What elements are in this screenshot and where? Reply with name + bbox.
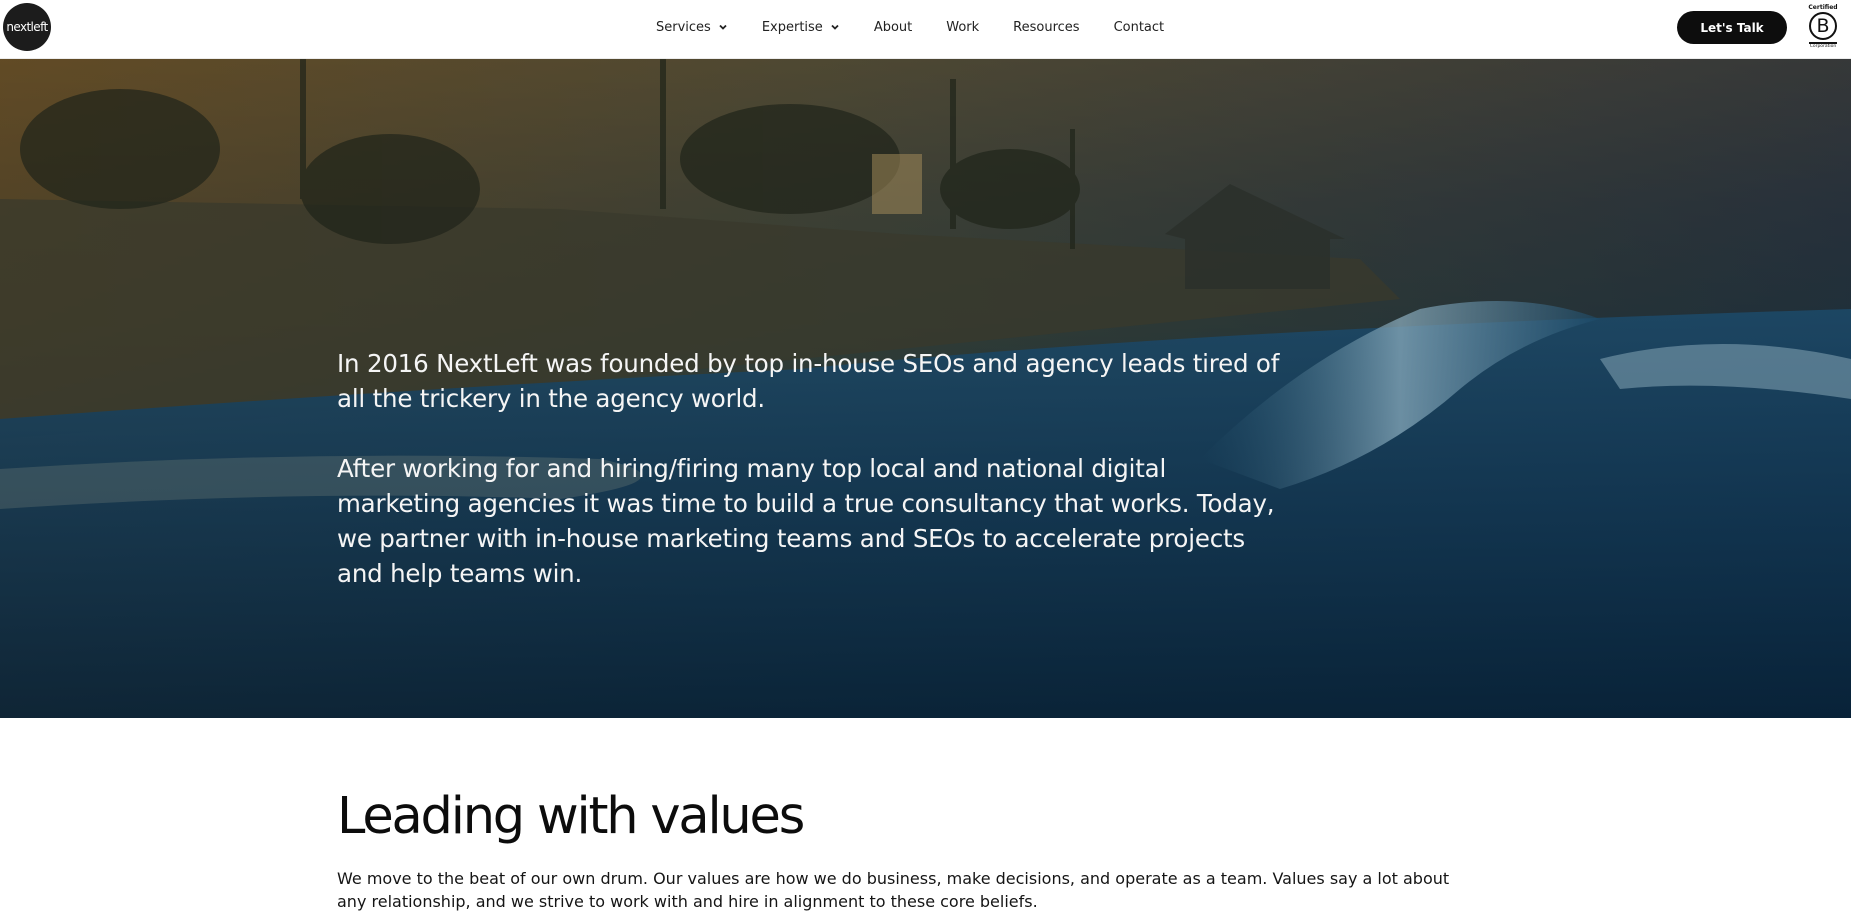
nav-item-resources[interactable]: Resources	[1013, 20, 1079, 35]
cta-label: Let's Talk	[1700, 20, 1764, 35]
nav-label-about: About	[873, 19, 913, 35]
logo-text: nextleft	[6, 20, 48, 34]
nav-label-contact: Contact	[1113, 19, 1165, 35]
nav-label-resources: Resources	[1013, 19, 1080, 35]
site-header: nextleft Services Expertise About Work R…	[0, 0, 1851, 59]
nextleft-logo[interactable]: nextleft	[3, 3, 51, 51]
values-description: We move to the beat of our own drum. Our…	[337, 869, 1450, 911]
nav-label-work: Work	[946, 19, 980, 35]
nav-item-expertise[interactable]: Expertise	[762, 20, 840, 35]
badge-bottom-text: Corporation	[1809, 44, 1837, 49]
main-nav: Services Expertise About Work Resources …	[656, 0, 1198, 54]
b-corp-badge[interactable]: Certified B Corporation	[1805, 4, 1841, 52]
hero-section: In 2016 NextLeft was founded by top in-h…	[0, 59, 1851, 718]
nav-item-services[interactable]: Services	[656, 20, 728, 35]
lets-talk-button[interactable]: Let's Talk	[1677, 11, 1787, 44]
hero-paragraph-founding: In 2016 NextLeft was founded by top in-h…	[337, 349, 1280, 413]
chevron-down-icon	[830, 22, 840, 32]
values-heading: Leading with values	[337, 787, 805, 846]
badge-top-text: Certified	[1808, 4, 1838, 11]
nav-item-about[interactable]: About	[874, 20, 912, 35]
nav-label-services: Services	[656, 19, 711, 35]
nav-item-work[interactable]: Work	[946, 20, 979, 35]
hero-paragraph-mission: After working for and hiring/firing many…	[337, 454, 1275, 588]
nav-item-contact[interactable]: Contact	[1114, 20, 1165, 35]
b-corp-icon: B	[1809, 12, 1837, 40]
badge-mark: B	[1816, 15, 1830, 37]
nav-label-expertise: Expertise	[761, 19, 823, 35]
chevron-down-icon	[718, 22, 728, 32]
